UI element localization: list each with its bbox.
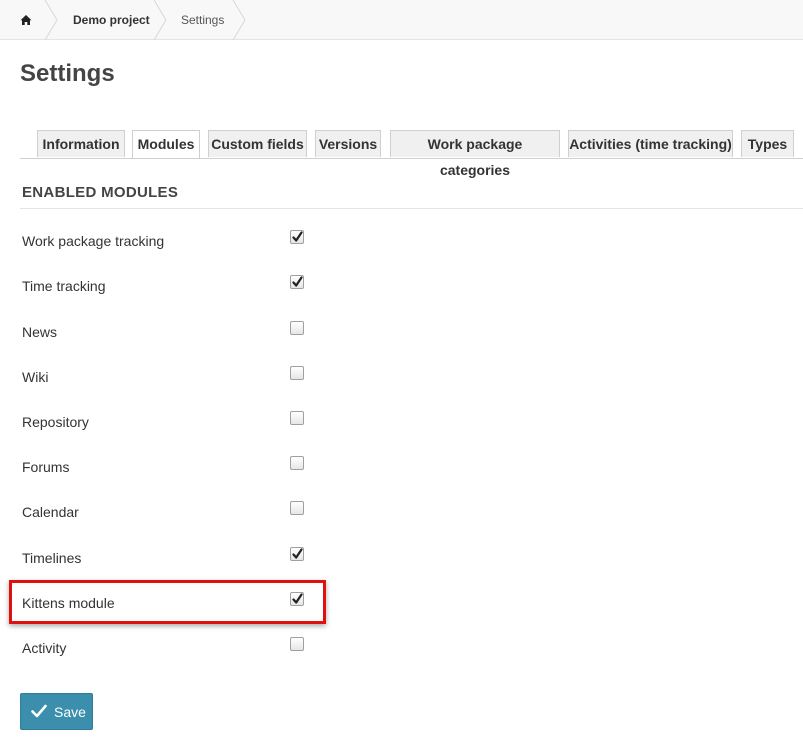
breadcrumb-separator-icon xyxy=(44,0,58,40)
breadcrumb-item-project[interactable]: Demo project xyxy=(73,0,150,40)
tab-activities-time-tracking[interactable]: Activities (time tracking) xyxy=(568,130,733,157)
module-label: Calendar xyxy=(22,504,79,520)
module-row-activity: Activity xyxy=(0,637,803,684)
module-checkbox[interactable] xyxy=(290,501,304,515)
module-checkbox[interactable] xyxy=(290,456,304,470)
module-label: Activity xyxy=(22,640,67,656)
module-row-calendar: Calendar xyxy=(0,501,803,548)
tab-work-package-categories[interactable]: Work package categories xyxy=(390,130,560,178)
section-divider xyxy=(20,208,803,209)
module-checkbox[interactable] xyxy=(290,637,304,651)
tab-information[interactable]: Information xyxy=(37,130,125,157)
highlight-box xyxy=(9,580,326,624)
module-label: Timelines xyxy=(22,550,82,566)
module-label: Forums xyxy=(22,459,70,475)
home-icon[interactable] xyxy=(20,13,32,31)
module-label: Wiki xyxy=(22,369,49,385)
module-label: News xyxy=(22,324,58,340)
module-row-forums: Forums xyxy=(0,456,803,503)
section-title: ENABLED MODULES xyxy=(22,184,179,201)
module-checkbox[interactable] xyxy=(290,366,304,380)
module-checkbox[interactable] xyxy=(290,275,304,289)
module-label: Time tracking xyxy=(22,278,106,294)
checkmark-icon xyxy=(292,548,303,559)
save-button-label: Save xyxy=(54,704,86,720)
tabs-divider xyxy=(20,158,803,159)
tab-custom-fields[interactable]: Custom fields xyxy=(208,130,307,157)
module-label: Repository xyxy=(22,414,89,430)
settings-tabs: Information Modules Custom fields Versio… xyxy=(20,130,803,178)
module-checkbox[interactable] xyxy=(290,230,304,244)
breadcrumb-separator-icon xyxy=(153,0,167,40)
tab-types[interactable]: Types xyxy=(741,130,794,157)
module-row-time-tracking: Time tracking xyxy=(0,275,803,322)
module-row-news: News xyxy=(0,321,803,368)
page-title: Settings xyxy=(20,60,115,87)
module-checkbox[interactable] xyxy=(290,321,304,335)
tab-versions[interactable]: Versions xyxy=(315,130,381,157)
module-row-work-package-tracking: Work package tracking xyxy=(0,230,803,277)
breadcrumb: Demo project Settings xyxy=(0,0,803,40)
checkmark-icon xyxy=(292,276,303,287)
module-checkbox[interactable] xyxy=(290,411,304,425)
checkmark-icon xyxy=(31,704,47,721)
checkmark-icon xyxy=(292,231,303,242)
breadcrumb-item-settings: Settings xyxy=(181,13,225,27)
module-label: Work package tracking xyxy=(22,233,165,249)
save-button[interactable]: Save xyxy=(20,693,93,730)
module-checkbox[interactable] xyxy=(290,547,304,561)
breadcrumb-separator-icon xyxy=(232,0,246,40)
module-row-wiki: Wiki xyxy=(0,366,803,413)
tab-modules[interactable]: Modules xyxy=(132,130,200,159)
module-row-repository: Repository xyxy=(0,411,803,458)
